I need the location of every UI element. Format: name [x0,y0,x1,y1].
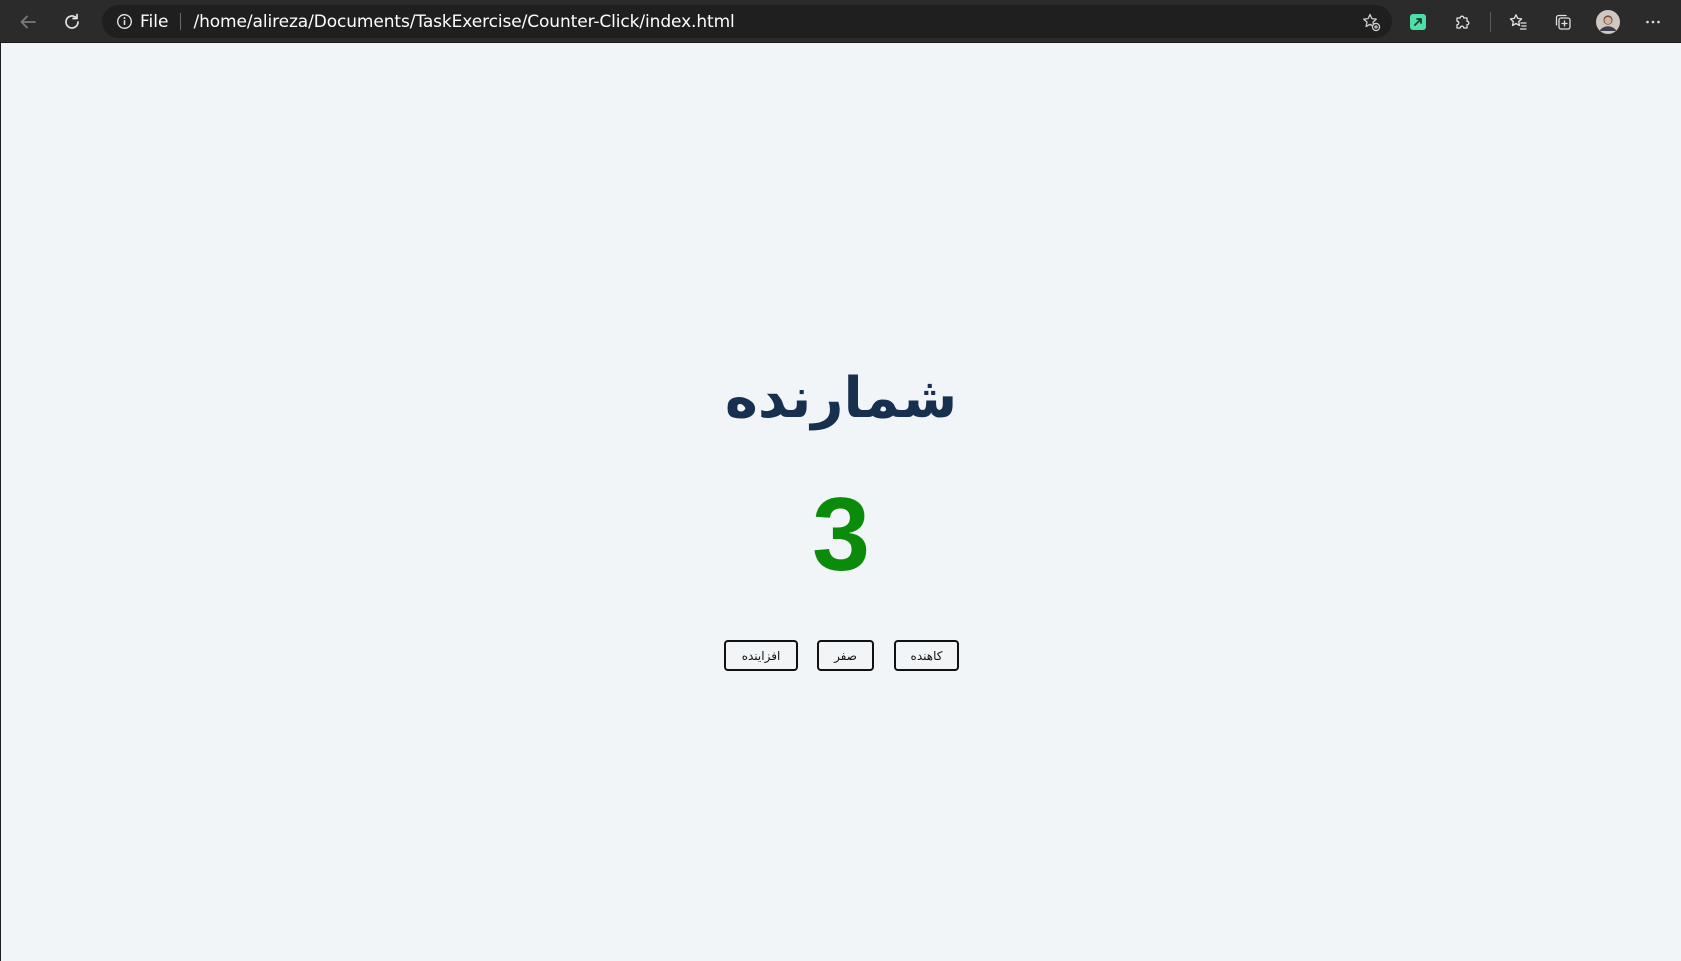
toolbar-actions [1400,3,1671,41]
page-title: شمارنده [724,366,958,431]
url-text[interactable]: /home/alireza/Documents/TaskExercise/Cou… [193,12,734,32]
browser-toolbar: File /home/alireza/Documents/TaskExercis… [0,0,1681,43]
decrement-button[interactable]: کاهنده [894,640,959,671]
profile-button[interactable] [1590,4,1626,40]
reload-button[interactable] [54,4,90,40]
info-icon [117,14,132,29]
star-add-icon [1363,13,1381,32]
favorites-button[interactable] [1500,4,1536,40]
more-dots-icon [1646,20,1660,24]
site-info-button[interactable]: File [116,12,168,32]
back-button[interactable] [10,4,46,40]
increment-button[interactable]: افزاینده [724,640,798,671]
scheme-label: File [140,11,169,32]
settings-more-button[interactable] [1635,4,1671,40]
favorites-icon [1509,14,1527,30]
toolbar-divider [1490,12,1491,32]
address-bar[interactable]: File /home/alireza/Documents/TaskExercis… [102,5,1392,38]
avatar [1596,10,1620,34]
back-arrow-icon [20,15,36,29]
extensions-menu-button[interactable] [1445,4,1481,40]
extension-button[interactable] [1400,4,1436,40]
collections-button[interactable] [1545,4,1581,40]
puzzle-icon [1456,15,1470,29]
counter-controls: افزاینده صفر کاهنده [1,640,1681,671]
counter-value: 3 [812,477,870,593]
reload-icon [65,13,79,29]
reset-button[interactable]: صفر [817,640,874,671]
address-divider [180,13,182,30]
collections-icon [1555,14,1571,30]
add-favorite-button[interactable] [1360,11,1382,33]
extension-app-icon [1410,14,1426,30]
page-content: شمارنده 3 افزاینده صفر کاهنده [1,43,1681,961]
